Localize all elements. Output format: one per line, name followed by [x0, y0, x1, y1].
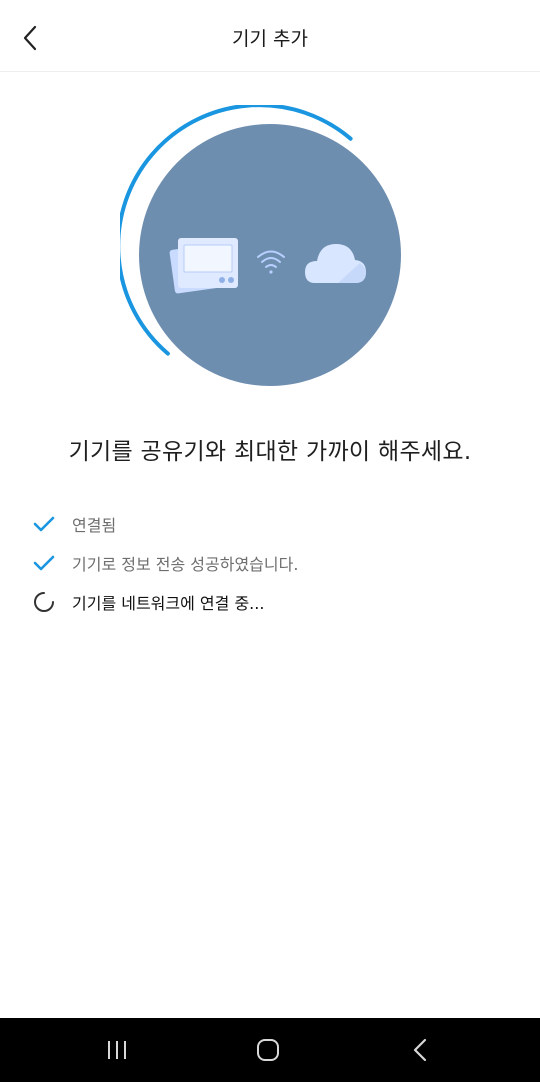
step-label: 기기를 네트워크에 연결 중... [72, 594, 265, 613]
connection-illustration [116, 103, 410, 395]
step-label: 기기로 정보 전송 성공하였습니다. [72, 555, 299, 574]
home-button[interactable] [248, 1032, 288, 1068]
step-label: 연결됨 [72, 516, 117, 535]
step-connecting-network: 기기를 네트워크에 연결 중... [32, 584, 512, 620]
back-icon [413, 1038, 427, 1062]
instruction-headline: 기기를 공유기와 최대한 가까이 해주세요. [68, 439, 472, 465]
system-back-button[interactable] [400, 1032, 440, 1068]
page-title: 기기 추가 [232, 28, 308, 50]
app-header: 기기 추가 [0, 0, 540, 72]
checkmark-icon [32, 551, 56, 575]
checkmark-icon [32, 512, 56, 536]
system-navigation-bar [0, 1018, 540, 1082]
recent-apps-icon [108, 1041, 126, 1059]
step-connected: 연결됨 [32, 506, 512, 542]
thermostat-device-icon [169, 238, 238, 294]
step-info-sent: 기기로 정보 전송 성공하였습니다. [32, 545, 512, 581]
recent-apps-button[interactable] [97, 1032, 137, 1068]
home-icon [257, 1039, 279, 1061]
loading-spinner-icon [32, 590, 56, 614]
